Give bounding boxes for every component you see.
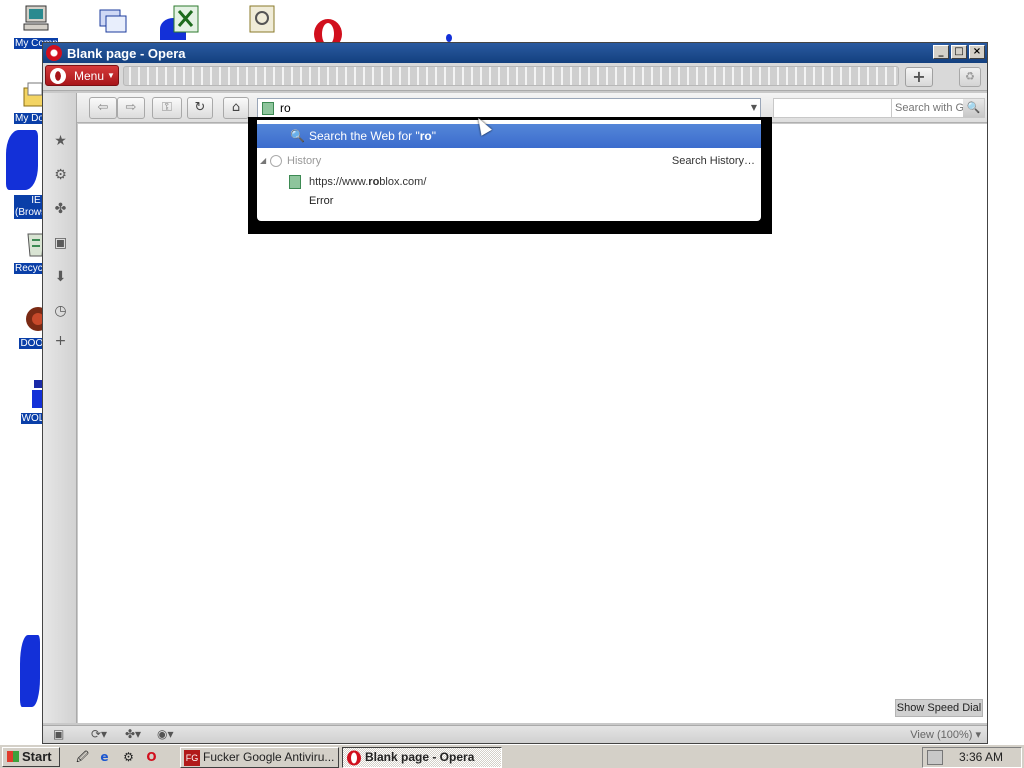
notes-icon[interactable]: ▣: [52, 235, 69, 252]
page-icon: [262, 101, 274, 115]
page-icon: [289, 175, 301, 189]
settings-gear-icon[interactable]: ⚙: [52, 167, 69, 184]
history-suggestion[interactable]: https://www.roblox.com/: [257, 172, 761, 192]
search-history-link[interactable]: Search History…: [672, 152, 755, 170]
toolbar-field[interactable]: [773, 98, 893, 118]
zoom-control[interactable]: View (100%) ▾: [910, 727, 981, 743]
closed-tabs-trash-icon[interactable]: ♻: [959, 67, 981, 87]
suggestion-suffix: ": [431, 129, 437, 143]
zoom-label: View (100%): [910, 729, 973, 741]
start-label: Start: [22, 749, 52, 764]
task-opera[interactable]: Blank page - Opera: [342, 747, 502, 768]
computer-icon: [20, 3, 52, 35]
ie-quicklaunch-icon[interactable]: e: [96, 749, 113, 765]
turbo-icon[interactable]: ◉▾: [157, 727, 174, 742]
bookmarks-icon[interactable]: ★: [52, 133, 69, 150]
wand-key-button[interactable]: ⚿: [152, 97, 182, 119]
opera-icon: [346, 750, 362, 766]
window-titlebar[interactable]: Blank page - Opera _ □ ×: [43, 43, 987, 63]
search-web-suggestion[interactable]: 🔍 Search the Web for "ro": [257, 124, 761, 148]
wallpaper-shape: [446, 34, 452, 42]
reload-button[interactable]: ↻: [187, 97, 213, 119]
antivirus-icon: FG: [184, 750, 200, 766]
task-antivirus[interactable]: FG Fucker Google Antiviru...: [180, 747, 339, 768]
menu-label: Menu: [74, 68, 105, 83]
search-icon: 🔍: [290, 129, 305, 143]
add-panel-icon[interactable]: +: [52, 333, 69, 350]
network-shortcut-icon[interactable]: [96, 4, 128, 36]
history-url: https://www.roblox.com/: [309, 172, 426, 192]
back-button[interactable]: ⇦: [89, 97, 117, 119]
url-suffix: blox.com/: [379, 176, 427, 188]
address-suggestions-dropdown: 🔍 Search the Web for "ro" ◢ History Sear…: [248, 117, 772, 234]
address-dropdown-icon[interactable]: ▼: [751, 103, 757, 112]
minimize-button[interactable]: _: [933, 45, 949, 59]
new-tab-button[interactable]: +: [905, 67, 933, 87]
clock[interactable]: 3:36 AM: [959, 748, 1003, 767]
show-desktop-icon[interactable]: 🖉: [74, 749, 91, 765]
collapse-triangle-icon[interactable]: ◢: [260, 152, 266, 170]
system-tray: 3:36 AM: [922, 747, 1022, 768]
home-button[interactable]: ⌂: [223, 97, 249, 119]
opera-icon[interactable]: [312, 18, 344, 42]
downloads-icon[interactable]: ⬇: [52, 269, 69, 286]
history-clock-icon[interactable]: ◷: [52, 303, 69, 320]
unite-status-icon[interactable]: ✤▾: [125, 727, 141, 742]
close-button[interactable]: ×: [969, 45, 985, 59]
address-bar[interactable]: ▼: [257, 98, 761, 118]
start-button[interactable]: Start: [2, 747, 60, 767]
opera-menu-button[interactable]: Menu ▼: [45, 65, 119, 86]
window-title: Blank page - Opera: [67, 45, 186, 61]
suggestion-prefix: Search the Web for ": [309, 129, 420, 143]
status-bar: ▣ ⟳▾ ✤▾ ◉▾ View (100%) ▾: [43, 725, 987, 743]
maximize-button[interactable]: □: [951, 45, 967, 59]
panel-toggle-icon[interactable]: ▣: [53, 727, 64, 742]
task-label: Blank page - Opera: [365, 750, 475, 764]
history-heading: History: [287, 155, 322, 167]
tab-bar[interactable]: [123, 66, 899, 86]
history-page-title: Error: [309, 195, 334, 207]
suggestion-text: Search the Web for "ro": [309, 124, 436, 148]
url-match: ro: [368, 176, 380, 188]
side-panel: ★ ⚙ ✤ ▣ ⬇ ◷ +: [43, 93, 77, 723]
task-label: Fucker Google Antiviru...: [203, 750, 335, 764]
search-icon[interactable]: 🔍: [963, 99, 984, 117]
address-input[interactable]: [280, 101, 740, 115]
wallpaper-shape: [20, 635, 40, 707]
forward-button[interactable]: ⇨: [117, 97, 145, 119]
unite-icon[interactable]: ✤: [52, 201, 69, 218]
search-input[interactable]: [895, 102, 963, 114]
tab-strip: Menu ▼ + ♻: [43, 63, 987, 91]
history-section-header: ◢ History Search History…: [257, 152, 761, 170]
opera-quicklaunch-icon[interactable]: O: [143, 749, 160, 765]
network-quicklaunch-icon[interactable]: ⚙: [120, 749, 137, 765]
sync-icon[interactable]: ⟳▾: [91, 727, 107, 742]
windows-logo-icon: [7, 751, 19, 762]
taskbar: Start 🖉 e ⚙ O FG Fucker Google Antiviru.…: [0, 744, 1024, 768]
chevron-down-icon: ▼: [107, 71, 115, 80]
history-clock-icon: [270, 155, 282, 167]
excel-shortcut-icon[interactable]: [170, 4, 202, 36]
search-box[interactable]: 🔍: [891, 98, 985, 118]
url-prefix: https://www.: [309, 176, 369, 188]
opera-icon: [50, 67, 66, 84]
tray-network-icon[interactable]: [927, 750, 943, 765]
control-panel-icon[interactable]: [246, 4, 278, 36]
opera-icon: [46, 45, 62, 61]
show-speed-dial-button[interactable]: Show Speed Dial: [895, 699, 983, 717]
suggestion-query: ro: [419, 129, 432, 143]
